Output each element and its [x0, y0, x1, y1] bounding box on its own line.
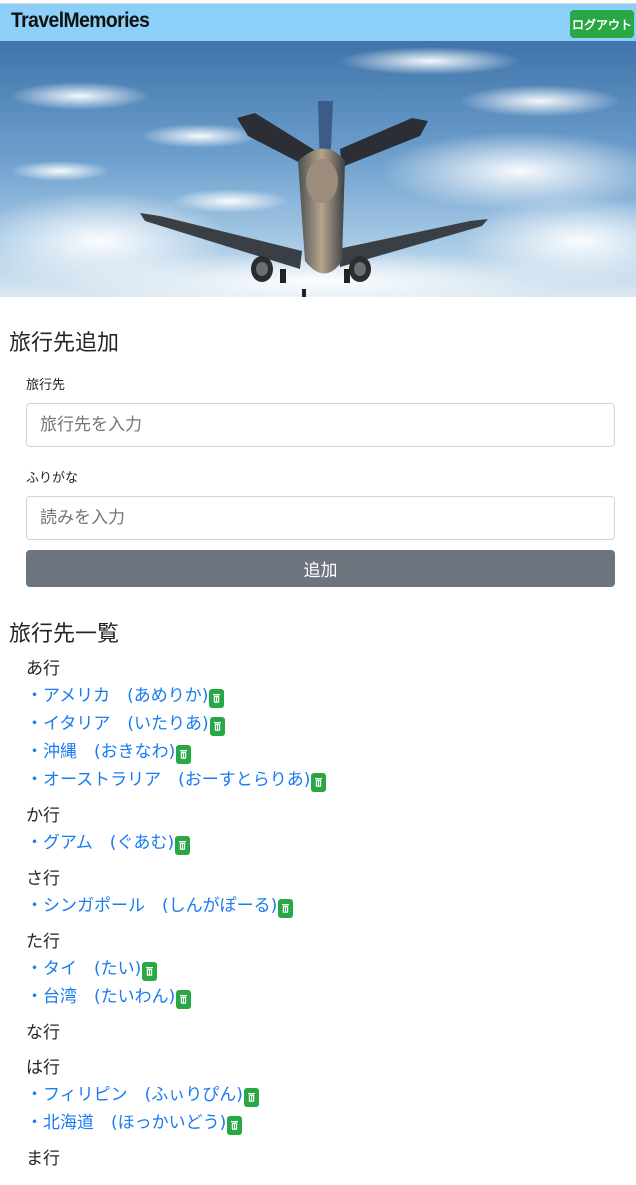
destination-link[interactable]: ・イタリア (いたりあ)	[26, 710, 209, 738]
list-item: ・台湾 (たいわん)	[26, 983, 616, 1011]
trash-icon[interactable]	[176, 744, 192, 764]
group-label: か行	[26, 806, 60, 826]
logout-button[interactable]: ログアウト	[570, 10, 634, 38]
list-group: か行・グアム (ぐあむ)	[26, 803, 616, 857]
trash-icon[interactable]	[311, 772, 327, 792]
destination-link[interactable]: ・シンガポール (しんがぽーる)	[26, 892, 277, 920]
reading-input[interactable]	[26, 496, 615, 540]
trash-icon[interactable]	[175, 835, 191, 855]
list-item: ・タイ (たい)	[26, 955, 616, 983]
group-label: た行	[26, 932, 60, 952]
list-group: た行・タイ (たい) ・台湾 (たいわん)	[26, 929, 616, 1011]
destination-label: 旅行先	[26, 378, 66, 393]
add-section-title: 旅行先追加	[9, 331, 120, 356]
list-item: ・グアム (ぐあむ)	[26, 829, 616, 857]
list-group: は行・フィリピン (ふぃりぴん) ・北海道 (ほっかいどう)	[26, 1055, 616, 1137]
airplane-icon	[0, 41, 636, 297]
destination-link[interactable]: ・フィリピン (ふぃりぴん)	[26, 1081, 243, 1109]
group-label: な行	[26, 1023, 60, 1043]
trash-icon[interactable]	[227, 1115, 243, 1135]
add-button[interactable]: 追加	[26, 550, 615, 587]
list-item: ・シンガポール (しんがぽーる)	[26, 892, 616, 920]
list-item: ・沖縄 (おきなわ)	[26, 738, 616, 766]
group-label: ま行	[26, 1149, 60, 1169]
destination-link[interactable]: ・沖縄 (おきなわ)	[26, 738, 175, 766]
brand-logo[interactable]: TravelMemories	[11, 9, 150, 33]
trash-icon[interactable]	[176, 989, 192, 1009]
list-group: ま行	[26, 1146, 616, 1172]
group-label: さ行	[26, 869, 60, 889]
destination-link[interactable]: ・グアム (ぐあむ)	[26, 829, 174, 857]
trash-icon[interactable]	[209, 716, 225, 736]
list-item: ・イタリア (いたりあ)	[26, 710, 616, 738]
navbar: TravelMemories ログアウト	[0, 3, 636, 41]
reading-label: ふりがな	[26, 471, 79, 486]
destination-link[interactable]: ・アメリカ (あめりか)	[26, 682, 208, 710]
trash-icon[interactable]	[278, 898, 294, 918]
destination-input[interactable]	[26, 403, 615, 447]
destination-list: あ行・アメリカ (あめりか) ・イタリア (いたりあ) ・沖縄 (おきなわ) ・オース…	[26, 656, 616, 1181]
destination-link[interactable]: ・オーストラリア (おーすとらりあ)	[26, 766, 310, 794]
trash-icon[interactable]	[243, 1087, 259, 1107]
group-label: は行	[26, 1058, 60, 1078]
group-label: あ行	[26, 659, 60, 679]
list-item: ・アメリカ (あめりか)	[26, 682, 616, 710]
destination-link[interactable]: ・台湾 (たいわん)	[26, 983, 175, 1011]
list-item: ・フィリピン (ふぃりぴん)	[26, 1081, 616, 1109]
trash-icon[interactable]	[142, 961, 158, 981]
list-section-title: 旅行先一覧	[9, 622, 120, 647]
list-item: ・オーストラリア (おーすとらりあ)	[26, 766, 616, 794]
list-group: さ行・シンガポール (しんがぽーる)	[26, 866, 616, 920]
list-group: な行	[26, 1020, 616, 1046]
destination-link[interactable]: ・北海道 (ほっかいどう)	[26, 1109, 226, 1137]
list-group: あ行・アメリカ (あめりか) ・イタリア (いたりあ) ・沖縄 (おきなわ) ・オース…	[26, 656, 616, 794]
trash-icon[interactable]	[209, 688, 225, 708]
list-item: ・北海道 (ほっかいどう)	[26, 1109, 616, 1137]
hero-image	[0, 41, 636, 297]
destination-link[interactable]: ・タイ (たい)	[26, 955, 141, 983]
